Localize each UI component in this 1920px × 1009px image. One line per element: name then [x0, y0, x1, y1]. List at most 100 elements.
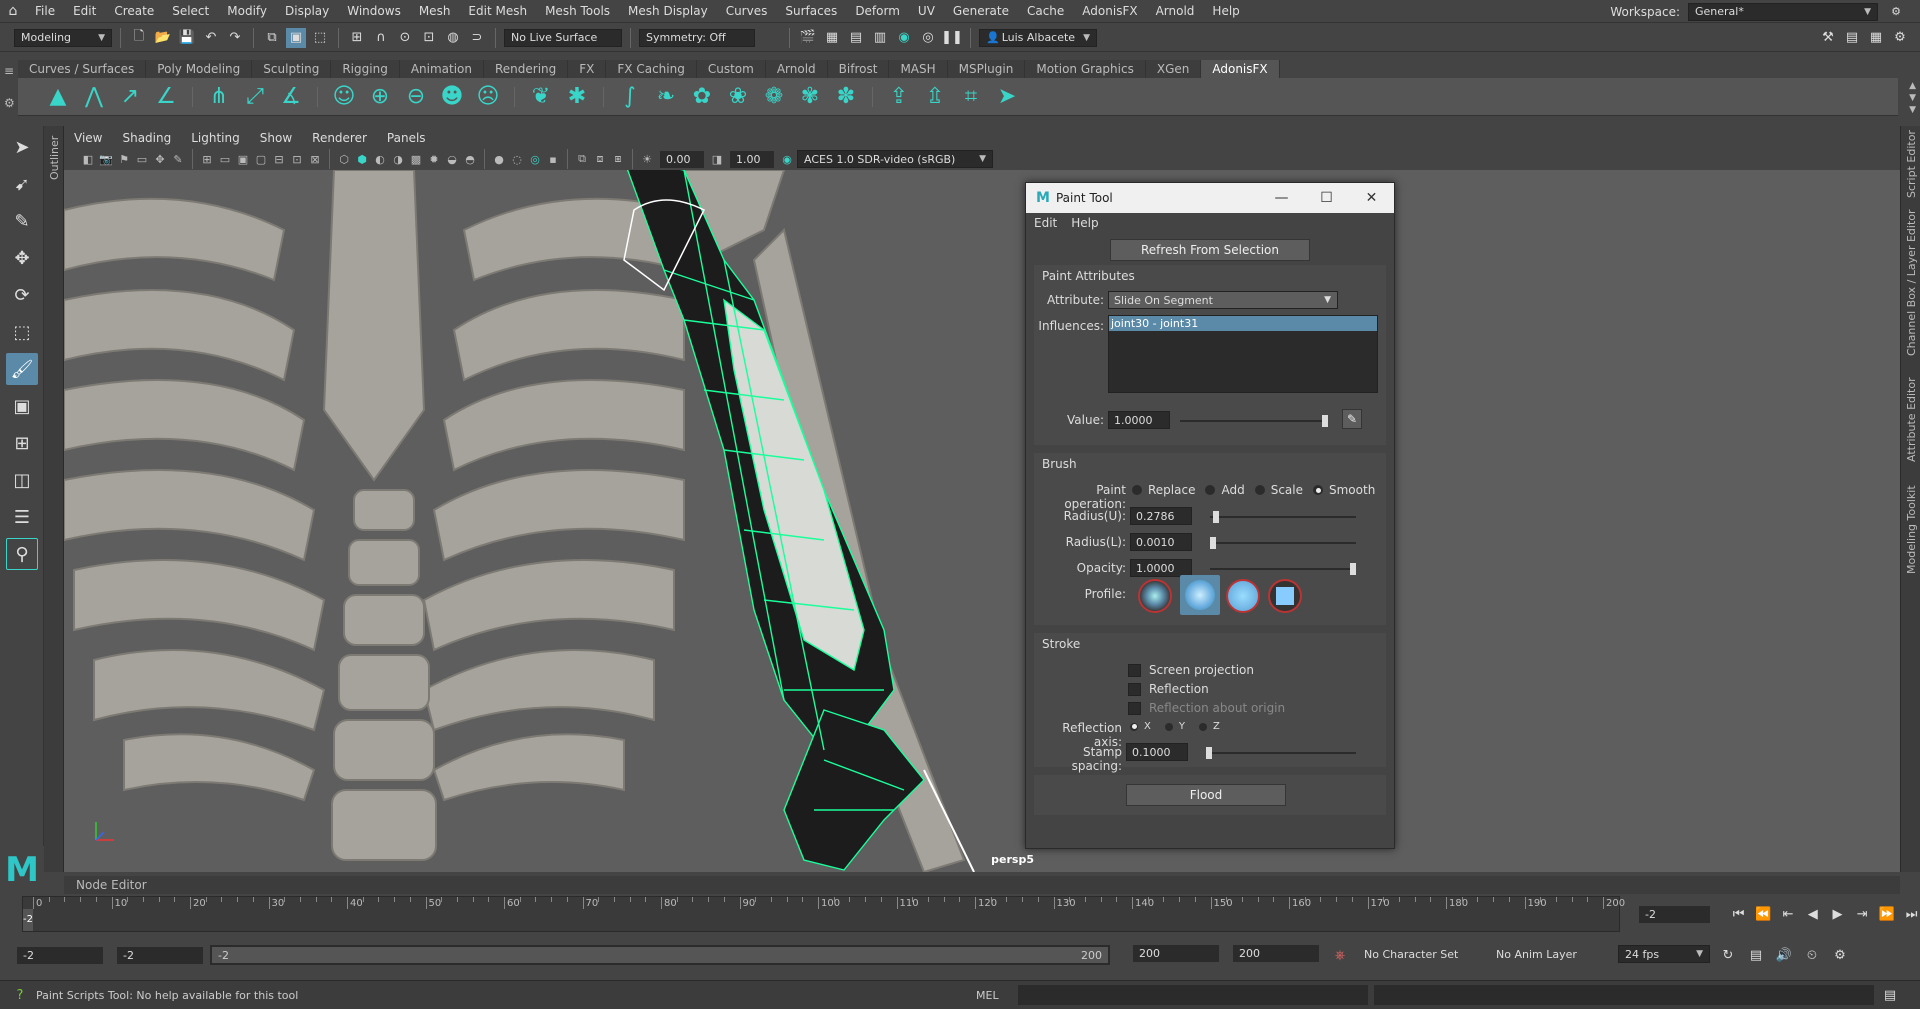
paint-operation-radio[interactable]: Add [1205, 483, 1245, 497]
depth-of-field-icon[interactable]: ◎ [527, 151, 543, 167]
solid-brush-icon[interactable] [1226, 579, 1260, 613]
checkbox-box[interactable] [1128, 663, 1141, 677]
xray-joints-icon[interactable]: ⧈ [592, 151, 608, 167]
menu-help[interactable]: Help [1071, 216, 1098, 230]
user-dropdown[interactable]: 👤 Luis Albacete ▼ [979, 28, 1097, 47]
modeling-toolkit-icon[interactable]: ⚒ [1818, 28, 1838, 48]
hypershade-icon[interactable]: ◉ [894, 28, 914, 48]
radius-l-slider[interactable] [1210, 537, 1356, 549]
step-back-key-icon[interactable]: ⏪ [1755, 904, 1772, 924]
sound-icon[interactable]: 🔊 [1774, 945, 1794, 965]
panel-menu-item[interactable]: Show [250, 131, 302, 145]
radio-dot[interactable] [1130, 722, 1138, 731]
channel-box-tab[interactable]: Channel Box / Layer Editor [1905, 209, 1918, 356]
joint-chain-icon[interactable]: ⋀ [80, 83, 108, 111]
leaf-minus-icon[interactable]: ❀ [724, 83, 752, 111]
two-view-icon[interactable]: ◫ [6, 464, 38, 496]
step-back-frame-icon[interactable]: ⇤ [1780, 904, 1797, 924]
fork-icon[interactable]: ⋔ [205, 83, 233, 111]
menu-item[interactable]: Create [105, 4, 163, 18]
opacity-slider[interactable] [1210, 563, 1356, 575]
paint-operation-radio[interactable]: Replace [1132, 483, 1195, 497]
paint-tool-icon[interactable]: 🖌 [6, 353, 38, 385]
slider-handle[interactable] [1212, 511, 1219, 523]
textured-icon[interactable]: ▩ [408, 151, 424, 167]
wireframe-icon[interactable]: ⬡ [336, 151, 352, 167]
menu-item[interactable]: Mesh Display [619, 4, 717, 18]
paint-tool-titlebar[interactable]: M Paint Tool — ☐ ✕ [1026, 183, 1394, 213]
shelf-tab[interactable]: Motion Graphics [1025, 60, 1146, 78]
outliner-view-icon[interactable]: ☰ [6, 501, 38, 533]
single-view-icon[interactable]: ▣ [6, 390, 38, 422]
screen-projection-checkbox[interactable]: Screen projection [1128, 663, 1254, 677]
menu-item[interactable]: UV [909, 4, 944, 18]
ipr-render-icon[interactable]: ▤ [846, 28, 866, 48]
color-management-icon[interactable]: ◉ [779, 151, 795, 167]
shelf-tab[interactable]: MASH [889, 60, 948, 78]
arrow-up-icon[interactable]: ↗ [116, 83, 144, 111]
leaf-alt-icon[interactable]: ❁ [760, 83, 788, 111]
bookmark-icon[interactable]: ⚑ [116, 151, 132, 167]
shelf-tab[interactable]: Rigging [331, 60, 400, 78]
shelf-tab[interactable]: MSPlugin [947, 60, 1026, 78]
current-frame-marker[interactable]: -2 [23, 909, 33, 931]
safe-action-icon[interactable]: ⊡ [289, 151, 305, 167]
gamma-icon[interactable]: ◨ [709, 151, 725, 167]
menu-item[interactable]: AdonisFX [1073, 4, 1146, 18]
four-view-icon[interactable]: ⊞ [6, 427, 38, 459]
influence-item[interactable]: joint30 - joint31 [1109, 316, 1377, 331]
square-brush-icon[interactable] [1268, 579, 1302, 613]
shelf-tab[interactable]: Curves / Surfaces [18, 60, 147, 78]
shelf-tab[interactable]: AdonisFX [1201, 60, 1280, 78]
menu-item[interactable]: Surfaces [776, 4, 846, 18]
speed-icon[interactable]: ⏲ [1802, 945, 1822, 965]
panel-menu-item[interactable]: View [64, 131, 112, 145]
reflection-axis-radio[interactable]: X [1130, 721, 1151, 732]
shelf-tab[interactable]: Sculpting [252, 60, 332, 78]
tool-settings-icon[interactable]: ⚙ [1890, 28, 1910, 48]
refresh-from-selection-button[interactable]: Refresh From Selection [1110, 239, 1310, 261]
home-icon[interactable]: ⌂ [0, 3, 26, 19]
grid-gear-icon[interactable]: ⌗ [957, 83, 985, 111]
2d-pan-icon[interactable]: ✥ [152, 151, 168, 167]
shelf-tab[interactable]: Rendering [484, 60, 569, 78]
menu-item[interactable]: File [26, 4, 64, 18]
exposure-field[interactable]: 0.00 [660, 150, 704, 168]
command-input[interactable] [1018, 985, 1368, 1005]
angle-icon[interactable]: ∠ [152, 83, 180, 111]
slider-handle[interactable] [1350, 563, 1356, 575]
angle-alt-icon[interactable]: ∡ [277, 83, 305, 111]
figure-icon[interactable]: ✱ [563, 83, 591, 111]
ambient-occlusion-icon[interactable]: ◓ [462, 151, 478, 167]
shelf-settings-icon[interactable]: ⚙ [4, 96, 15, 110]
menu-item[interactable]: Display [276, 4, 338, 18]
face-icon[interactable]: ☺ [330, 83, 358, 111]
save-scene-icon[interactable]: 💾 [177, 28, 197, 48]
panel-menu-item[interactable]: Panels [377, 131, 436, 145]
checkbox-box[interactable] [1128, 701, 1141, 715]
xray-components-icon[interactable]: ⧆ [610, 151, 626, 167]
reflection-origin-checkbox[interactable]: Reflection about origin [1128, 701, 1285, 715]
influences-list[interactable]: joint30 - joint31 [1108, 315, 1378, 393]
value-slider[interactable] [1180, 415, 1328, 427]
gate-mask-icon[interactable]: ▢ [253, 151, 269, 167]
paint-operation-radio[interactable]: Smooth [1313, 483, 1375, 497]
snap-magnet-icon[interactable]: ⊃ [467, 28, 487, 48]
shadows-icon[interactable]: ◒ [444, 151, 460, 167]
arnold-render-icon[interactable]: ◎ [918, 28, 938, 48]
reflection-axis-radio[interactable]: Y [1164, 721, 1185, 732]
close-icon[interactable]: ✕ [1349, 190, 1394, 206]
camera-attributes-icon[interactable]: ◧ [80, 151, 96, 167]
node-editor-tab[interactable]: Node Editor [64, 876, 1900, 894]
shelf-tab[interactable]: XGen [1145, 60, 1202, 78]
safe-title-icon[interactable]: ⊠ [307, 151, 323, 167]
menu-item[interactable]: Edit Mesh [459, 4, 536, 18]
color-space-dropdown[interactable]: ACES 1.0 SDR-video (sRGB) ▼ [797, 150, 993, 168]
paint-select-tool-icon[interactable]: ✎ [6, 205, 38, 237]
export-icon[interactable]: ⇪ [885, 83, 913, 111]
step-forward-key-icon[interactable]: ⏩ [1879, 904, 1896, 924]
camera-icon[interactable]: 📷 [98, 151, 114, 167]
gamma-field[interactable]: 1.00 [730, 150, 774, 168]
cache-icon[interactable]: ▤ [1746, 945, 1766, 965]
grid-icon[interactable]: ⊞ [199, 151, 215, 167]
